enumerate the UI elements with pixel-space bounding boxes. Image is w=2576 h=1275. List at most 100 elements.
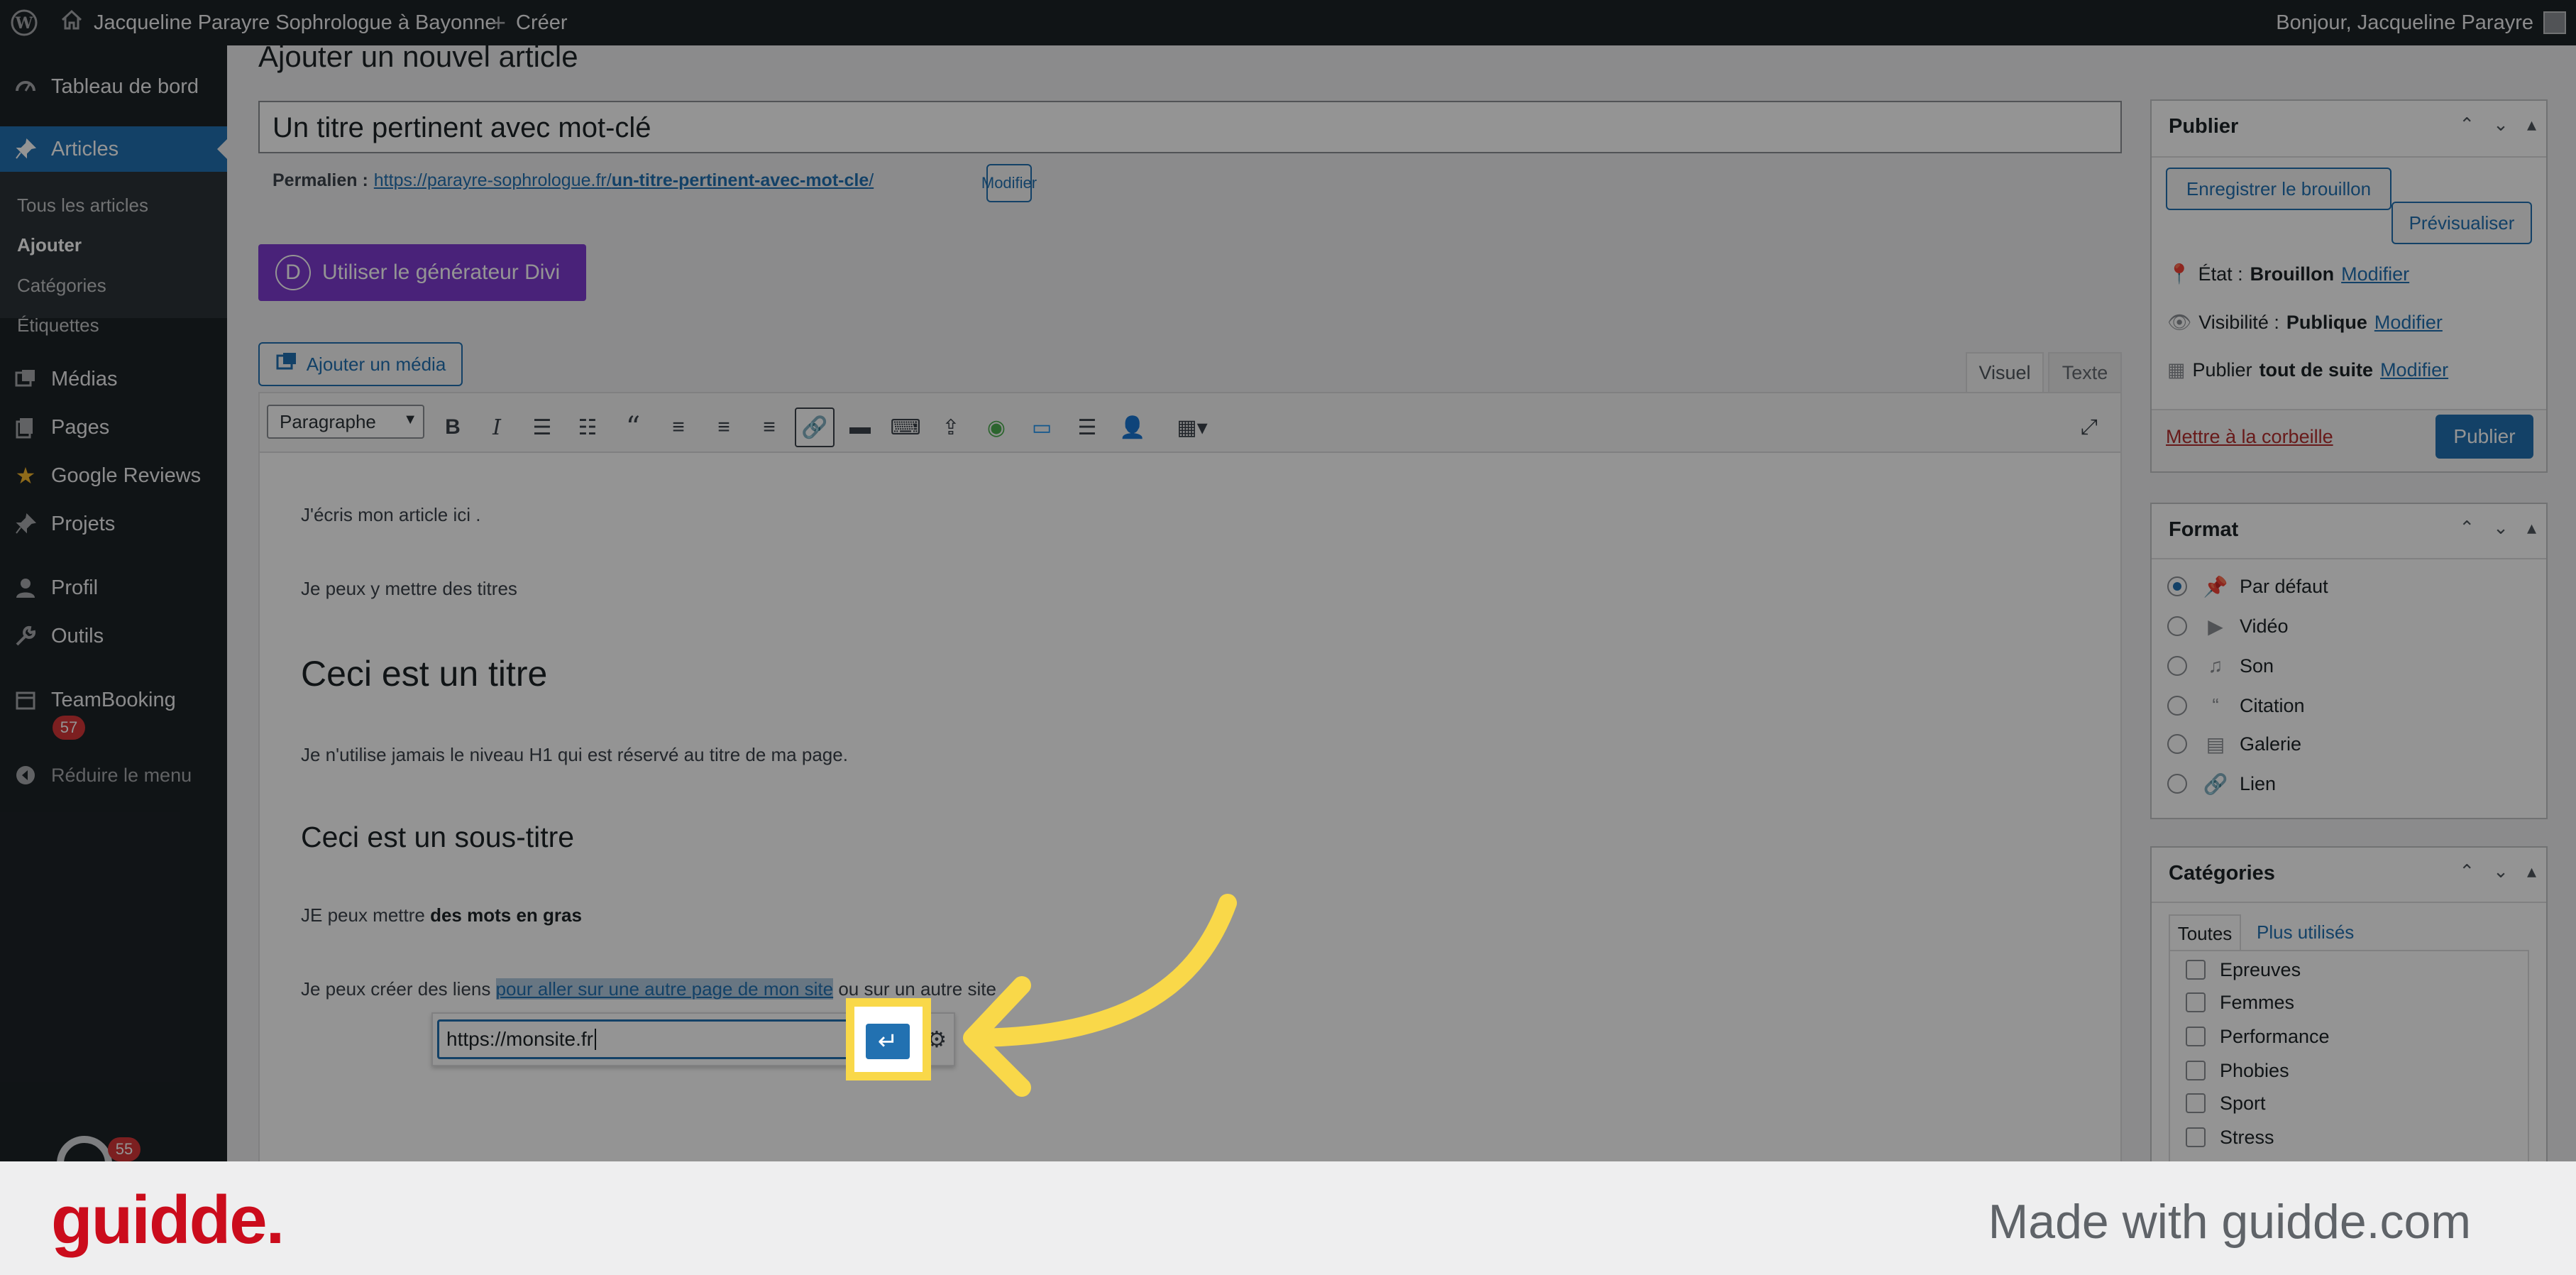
chevron-up-icon[interactable]: ⌃ [2459,114,2475,136]
link-icon: 🔗 [2203,772,2228,795]
submenu-categories[interactable]: Catégories [17,275,106,297]
add-media-button[interactable]: Ajouter un média [258,342,463,386]
wordpress-logo-icon[interactable]: W [10,0,38,45]
content-heading-h2[interactable]: Ceci est un titre [301,653,547,694]
radio-button[interactable] [2167,696,2187,716]
sidebar-item-projects[interactable]: Projets [0,501,227,547]
sidebar-item-dashboard[interactable]: Tableau de bord [0,64,227,109]
checkbox[interactable] [2186,960,2206,980]
link-url-input[interactable]: https://monsite.fr [437,1019,866,1059]
sidebar-item-pages[interactable]: Pages [0,405,227,450]
sidebar-item-teambooking[interactable]: TeamBooking [0,677,227,723]
fullscreen-icon[interactable]: ⤢ [2069,407,2109,447]
sidebar-item-google-reviews[interactable]: ★ Google Reviews [0,453,227,498]
content-paragraph[interactable]: Je n'utilise jamais le niveau H1 qui est… [301,744,848,766]
shortcode-icon[interactable]: ◉ [976,407,1016,447]
status-edit-link[interactable]: Modifier [2341,263,2409,285]
format-option-quote[interactable]: “ Citation [2167,691,2305,720]
sidebar-item-media[interactable]: Médias [0,356,227,402]
format-option-audio[interactable]: ♫ Son [2167,652,2274,680]
category-item[interactable]: Performance [2186,1022,2330,1051]
category-item[interactable]: Stress [2186,1123,2274,1151]
site-name-link[interactable]: Jacqueline Parayre Sophrologue à Bayonne [60,0,497,45]
upload-icon[interactable]: ⇪ [931,407,971,447]
calendar-dropdown-icon[interactable]: ▦▾ [1164,407,1221,447]
submenu-all-articles[interactable]: Tous les articles [17,195,148,217]
format-select-value: Paragraphe [280,410,376,432]
format-option-gallery[interactable]: ▤ Galerie [2167,730,2301,758]
content-paragraph[interactable]: Je peux créer des liens pour aller sur u… [301,978,996,1000]
bold-icon[interactable]: B [433,407,473,447]
keyboard-icon[interactable]: ⌨ [886,407,925,447]
collapse-menu-button[interactable]: Réduire le menu [0,753,227,798]
radio-button[interactable] [2167,774,2187,794]
bullet-list-icon[interactable]: ☰ [522,407,562,447]
checkbox[interactable] [2186,1061,2206,1080]
new-label: Créer [516,11,568,34]
content-paragraph[interactable]: JE peux mettre des mots en gras [301,904,582,926]
trash-link[interactable]: Mettre à la corbeille [2166,426,2333,448]
save-draft-button[interactable]: Enregistrer le brouillon [2166,168,2391,210]
format-option-link[interactable]: 🔗 Lien [2167,770,2276,798]
link-icon[interactable]: 🔗 [795,407,835,447]
tab-all-categories[interactable]: Toutes [2169,914,2241,951]
enter-icon[interactable]: ↵ [866,1024,910,1059]
user-lock-icon[interactable]: 👤 [1113,407,1152,447]
sidebar-item-profile[interactable]: Profil [0,565,227,611]
layout-icon[interactable]: ▭ [1022,407,1062,447]
chevron-down-icon[interactable]: ⌄ [2493,517,2509,539]
current-arrow [217,139,227,159]
checkbox[interactable] [2186,992,2206,1012]
chevron-down-icon[interactable]: ⌄ [2493,860,2509,882]
tab-visual[interactable]: Visuel [1966,352,2044,392]
content-paragraph[interactable]: J'écris mon article ici . [301,504,480,526]
align-center-icon[interactable]: ≡ [704,407,744,447]
preview-button[interactable]: Prévisualiser [2391,202,2532,244]
publish-button[interactable]: Publier [2435,415,2533,459]
format-select[interactable]: Paragraphe ▼ [267,405,424,439]
sidebar-item-tools[interactable]: Outils [0,613,227,659]
format-option-video[interactable]: ▶ Vidéo [2167,612,2289,640]
category-item[interactable]: Sport [2186,1089,2266,1117]
sidebar-item-articles[interactable]: Articles [0,126,227,172]
tab-text[interactable]: Texte [2048,352,2122,392]
collapse-toggle-icon[interactable]: ▴ [2527,860,2536,882]
category-item[interactable]: Femmes [2186,988,2294,1017]
checkbox[interactable] [2186,1127,2206,1147]
table-icon[interactable]: ☰ [1067,407,1107,447]
checkbox[interactable] [2186,1027,2206,1046]
schedule-edit-link[interactable]: Modifier [2380,359,2448,381]
radio-button[interactable] [2167,656,2187,676]
numbered-list-icon[interactable]: ☷ [568,407,607,447]
content-heading-h3[interactable]: Ceci est un sous-titre [301,821,574,854]
category-item[interactable]: Phobies [2186,1056,2289,1085]
radio-button[interactable] [2167,576,2187,596]
chevron-down-icon[interactable]: ⌄ [2493,114,2509,136]
read-more-icon[interactable]: ▬ [840,407,880,447]
chevron-up-icon[interactable]: ⌃ [2459,860,2475,882]
chevron-up-icon[interactable]: ⌃ [2459,517,2475,539]
sidebar-item-label: Tableau de bord [51,75,199,98]
checkbox[interactable] [2186,1093,2206,1113]
align-right-icon[interactable]: ≡ [749,407,789,447]
submenu-add[interactable]: Ajouter [17,234,82,256]
collapse-toggle-icon[interactable]: ▴ [2527,517,2536,539]
blockquote-icon[interactable]: “ [613,407,653,447]
category-item[interactable]: Epreuves [2186,956,2301,984]
format-option-default[interactable]: 📌 Par défaut [2167,572,2328,601]
new-content-link[interactable]: + Créer [491,0,568,45]
permalink-edit-button[interactable]: Modifier [981,164,1037,202]
align-left-icon[interactable]: ≡ [659,407,698,447]
divi-builder-button[interactable]: D Utiliser le générateur Divi [258,244,586,301]
permalink-url[interactable]: https://parayre-sophrologue.fr/un-titre-… [374,170,874,191]
submenu-tags[interactable]: Étiquettes [17,314,99,336]
post-title-input[interactable]: Un titre pertinent avec mot-clé [258,101,2122,153]
account-menu[interactable]: Bonjour, Jacqueline Parayre [2276,0,2566,45]
tab-most-used[interactable]: Plus utilisés [2257,921,2354,943]
content-paragraph[interactable]: Je peux y mettre des titres [301,578,517,600]
radio-button[interactable] [2167,616,2187,636]
italic-icon[interactable]: I [477,407,517,447]
collapse-toggle-icon[interactable]: ▴ [2527,114,2536,136]
radio-button[interactable] [2167,734,2187,754]
visibility-edit-link[interactable]: Modifier [2374,312,2443,334]
